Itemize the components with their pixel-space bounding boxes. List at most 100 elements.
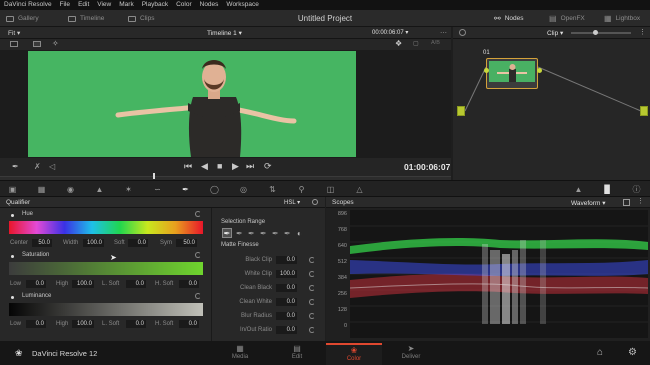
blur-icon[interactable]: ⇅ [268,185,277,194]
saturation-reset-icon[interactable] [195,252,201,258]
qualifier-icon[interactable]: ✒ [181,185,190,194]
reverse-play-icon[interactable]: ◀ [201,161,208,172]
info-icon[interactable]: ⓘ [632,185,641,194]
source-output[interactable] [640,106,648,116]
luminance-reset-icon[interactable] [195,293,201,299]
scope-mode-dropdown[interactable]: Waveform ▾ [571,199,605,207]
luminance-bar[interactable] [9,303,203,316]
picker-minus-icon[interactable]: ✒ [236,229,243,238]
matte-param-field[interactable]: 100.0 [276,270,297,278]
split-view-icon[interactable] [33,41,41,47]
key-icon[interactable]: ⚲ [297,185,306,194]
matte-reset-icon[interactable] [309,299,315,305]
rgb-mixer-icon[interactable]: ▲ [95,185,104,194]
settings-gear-icon[interactable]: ⚙ [628,347,637,358]
picker-plus-icon[interactable]: ✒ [248,229,255,238]
reset-icon[interactable] [312,199,318,205]
first-frame-icon[interactable]: ⏮ [184,161,192,172]
matte-reset-icon[interactable] [309,271,315,277]
timecode-top[interactable]: 00:00:06:07 ▾ [372,29,408,36]
fit-dropdown[interactable]: Fit ▾ [8,29,20,37]
feather-plus-icon[interactable]: ✒ [272,229,279,238]
keyframe-icon[interactable]: ▲ [574,185,583,194]
page-media[interactable]: ▦ Media [212,343,268,365]
loop-icon[interactable]: ✗ [34,162,41,171]
corrector-node[interactable] [484,58,542,89]
openfx-button[interactable]: ▤ OpenFX [549,10,585,27]
hue-reset-icon[interactable] [195,211,201,217]
luminance-low-field[interactable]: 0.0 [26,320,46,328]
color-match-icon[interactable]: ▦ [37,185,46,194]
last-frame-icon[interactable]: ⏭ [246,161,254,172]
matte-reset-icon[interactable] [309,285,315,291]
saturation-bar[interactable] [9,262,203,275]
source-input[interactable] [457,106,465,116]
clips-button[interactable]: Clips [128,10,154,27]
matte-reset-icon[interactable] [309,257,315,263]
more-options-icon[interactable]: ⋯ [440,29,447,37]
loop-playback-icon[interactable]: ⟳ [264,161,272,172]
invert-icon[interactable]: ◐ [297,229,302,238]
node-compass-icon[interactable] [459,29,466,36]
menu-app[interactable]: DaVinci Resolve [4,0,52,10]
3d-icon[interactable]: △ [355,185,364,194]
zoom-slider-handle[interactable] [593,30,598,35]
curves-icon[interactable]: ∽ [153,185,162,194]
matte-reset-icon[interactable] [309,313,315,319]
luminance-lsoft-field[interactable]: 0.0 [126,320,146,328]
page-edit[interactable]: ▤ Edit [269,343,325,365]
hue-sym-field[interactable]: 50.0 [176,239,197,247]
feather-minus-icon[interactable]: ✒ [260,229,267,238]
zoom-slider[interactable] [571,30,631,35]
matte-param-field[interactable]: 0.0 [276,298,297,306]
qualifier-mode-dropdown[interactable]: HSL ▾ [284,199,300,206]
scope-view-icon[interactable] [623,199,630,206]
saturation-low-field[interactable]: 0.0 [26,280,46,288]
menu-playback[interactable]: Playback [142,0,168,10]
highlight-icon[interactable]: ✧ [52,39,59,48]
camera-raw-icon[interactable]: ▣ [8,185,17,194]
lightbox-button[interactable]: ▦ Lightbox [604,10,640,27]
saturation-hsoft-field[interactable]: 0.0 [179,280,199,288]
luminance-high-field[interactable]: 100.0 [72,320,94,328]
node-mode-dropdown[interactable]: Clip ▾ [547,29,563,37]
node-output-connector[interactable] [537,68,542,73]
audio-icon[interactable]: ◁ [49,162,55,171]
matte-param-field[interactable]: 0.0 [276,326,297,334]
page-color[interactable]: ❀ Color [326,343,382,365]
menu-edit[interactable]: Edit [78,0,89,10]
motion-effects-icon[interactable]: ✶ [124,185,133,194]
color-wheels-icon[interactable]: ◉ [66,185,75,194]
matte-param-field[interactable]: 0.0 [276,256,297,264]
more-options-icon[interactable]: ⋮ [637,197,644,205]
home-icon[interactable]: ⌂ [597,347,603,358]
gallery-still-icon[interactable]: ❖ [395,39,402,48]
saturation-lsoft-field[interactable]: 0.0 [126,280,146,288]
playhead[interactable] [153,173,155,179]
menu-nodes[interactable]: Nodes [200,0,219,10]
picker-icon[interactable]: ✒ [222,228,232,238]
single-view-icon[interactable] [10,41,18,47]
menu-mark[interactable]: Mark [119,0,133,10]
saturation-high-field[interactable]: 100.0 [72,280,94,288]
gallery-button[interactable]: Gallery [6,10,39,27]
play-icon[interactable]: ▶ [232,161,239,172]
timeline-selector[interactable]: Timeline 1 ▾ [207,29,242,37]
viewer-mode-icon[interactable]: ▢ [413,40,419,47]
menu-color[interactable]: Color [176,0,192,10]
node-input-connector[interactable] [484,68,489,73]
matte-reset-icon[interactable] [309,327,315,333]
nodes-button[interactable]: ⚯ Nodes [494,10,524,27]
ab-label[interactable]: A/B [431,40,440,46]
menu-view[interactable]: View [97,0,111,10]
magic-wand-icon[interactable]: ✒ [284,229,291,238]
window-icon[interactable]: ◯ [210,185,219,194]
hue-width-field[interactable]: 100.0 [83,239,104,247]
video-frame[interactable] [28,51,356,157]
matte-param-field[interactable]: 0.0 [276,312,297,320]
hue-center-field[interactable]: 50.0 [32,239,52,247]
sizing-icon[interactable]: ◫ [326,185,335,194]
hue-bar[interactable] [9,221,203,234]
menu-workspace[interactable]: Workspace [226,0,258,10]
luminance-hsoft-field[interactable]: 0.0 [179,320,199,328]
